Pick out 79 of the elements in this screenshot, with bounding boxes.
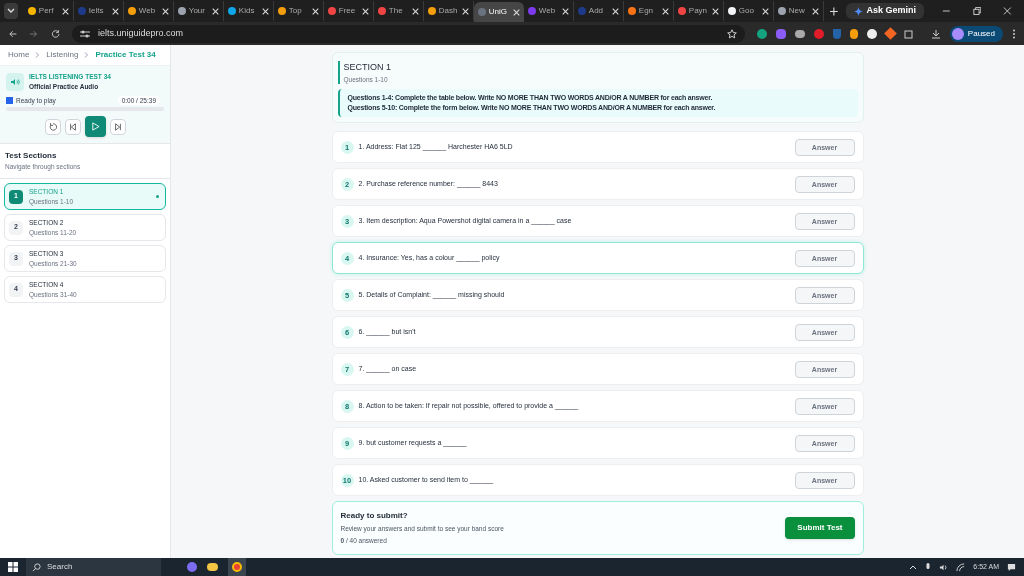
new-tab-icon[interactable] bbox=[829, 6, 838, 16]
profile-button[interactable]: Paused bbox=[949, 25, 1003, 42]
browser-tab[interactable]: Goo bbox=[723, 1, 774, 21]
reload-icon[interactable] bbox=[50, 28, 60, 39]
close-tab-icon[interactable] bbox=[811, 7, 819, 15]
browser-tab[interactable]: New bbox=[773, 1, 824, 21]
restart-button[interactable] bbox=[44, 118, 61, 135]
speaker-icon[interactable] bbox=[939, 562, 949, 572]
browser-tab[interactable]: Free bbox=[323, 1, 374, 21]
breadcrumb-link[interactable]: Home bbox=[8, 49, 30, 61]
close-tab-icon[interactable] bbox=[512, 8, 520, 16]
restart-icon bbox=[48, 122, 57, 131]
previous-icon bbox=[68, 122, 77, 131]
browser-tab[interactable]: UniG bbox=[473, 2, 524, 22]
next-icon bbox=[113, 122, 122, 131]
browser-tab[interactable]: Perf bbox=[23, 1, 74, 21]
address-bar[interactable]: ielts.uniguidepro.com bbox=[72, 24, 745, 43]
browser-tab[interactable]: Ielts bbox=[73, 1, 124, 21]
play-icon bbox=[90, 122, 100, 132]
close-tab-icon[interactable] bbox=[111, 7, 119, 15]
menu-icon[interactable] bbox=[1012, 28, 1016, 39]
back-icon[interactable] bbox=[8, 28, 18, 39]
browser-tab[interactable]: Dash bbox=[423, 1, 474, 21]
site-settings-icon bbox=[80, 29, 90, 38]
browser-tab[interactable]: Top bbox=[273, 1, 324, 21]
close-tab-icon[interactable] bbox=[661, 7, 669, 15]
submit-title: Ready to submit? bbox=[340, 510, 409, 523]
microphone-icon[interactable] bbox=[925, 562, 932, 572]
close-tab-icon[interactable] bbox=[211, 7, 219, 15]
next-button[interactable] bbox=[109, 118, 126, 135]
close-tab-icon[interactable] bbox=[361, 7, 369, 15]
submit-button[interactable]: Submit Test bbox=[785, 517, 855, 539]
panel-title: Test Sections bbox=[5, 150, 58, 163]
chevron-icon bbox=[84, 52, 90, 58]
close-tab-icon[interactable] bbox=[61, 7, 69, 15]
restore-icon[interactable] bbox=[972, 6, 982, 16]
play-button[interactable] bbox=[84, 116, 106, 138]
close-tab-icon[interactable] bbox=[611, 7, 619, 15]
notification-icon[interactable] bbox=[1007, 562, 1016, 572]
puzzle-icon[interactable] bbox=[903, 28, 914, 39]
close-tab-icon[interactable] bbox=[761, 7, 769, 15]
close-tab-icon[interactable] bbox=[261, 7, 269, 15]
previous-button[interactable] bbox=[64, 118, 81, 135]
close-tab-icon[interactable] bbox=[161, 7, 169, 15]
search-icon bbox=[32, 562, 41, 572]
browser-tab[interactable]: Web bbox=[123, 1, 174, 21]
app-icon[interactable] bbox=[187, 562, 197, 572]
star-icon[interactable] bbox=[726, 28, 737, 39]
browser-tab[interactable]: The bbox=[373, 1, 424, 21]
close-icon[interactable] bbox=[1003, 6, 1012, 16]
avatar-icon bbox=[951, 27, 964, 40]
caret-icon bbox=[6, 8, 15, 14]
tab-list-button[interactable] bbox=[4, 3, 18, 19]
section-title: SECTION 1 bbox=[343, 61, 392, 74]
extension-icon[interactable] bbox=[866, 28, 877, 39]
breadcrumb-link[interactable]: Listening bbox=[46, 49, 79, 61]
wifi-icon[interactable] bbox=[956, 562, 966, 572]
browser-tab[interactable]: Kids bbox=[223, 1, 274, 21]
browser-tab[interactable]: Web bbox=[523, 1, 574, 21]
taskbar-search[interactable]: Search bbox=[26, 558, 161, 576]
close-tab-icon[interactable] bbox=[561, 7, 569, 15]
start-icon[interactable] bbox=[8, 562, 18, 572]
chevron-up-icon[interactable] bbox=[909, 564, 918, 570]
close-tab-icon[interactable] bbox=[311, 7, 319, 15]
extension-icon[interactable] bbox=[849, 28, 858, 39]
download-icon[interactable] bbox=[930, 28, 941, 39]
browser-tab[interactable]: Add bbox=[573, 1, 624, 21]
close-tab-icon[interactable] bbox=[461, 7, 469, 15]
speaker-icon bbox=[10, 76, 20, 87]
close-tab-icon[interactable] bbox=[711, 7, 719, 15]
gemini-button[interactable]: Ask Gemini bbox=[845, 3, 925, 19]
sparkle-icon bbox=[853, 6, 863, 16]
browser-icon[interactable] bbox=[228, 558, 246, 576]
browser-tab[interactable]: Payn bbox=[673, 1, 724, 21]
play-status-icon bbox=[6, 96, 13, 104]
browser-tab[interactable]: Your bbox=[173, 1, 224, 21]
close-tab-icon[interactable] bbox=[411, 7, 419, 15]
browser-tab[interactable]: Egn bbox=[623, 1, 674, 21]
chevron-icon bbox=[35, 52, 41, 58]
